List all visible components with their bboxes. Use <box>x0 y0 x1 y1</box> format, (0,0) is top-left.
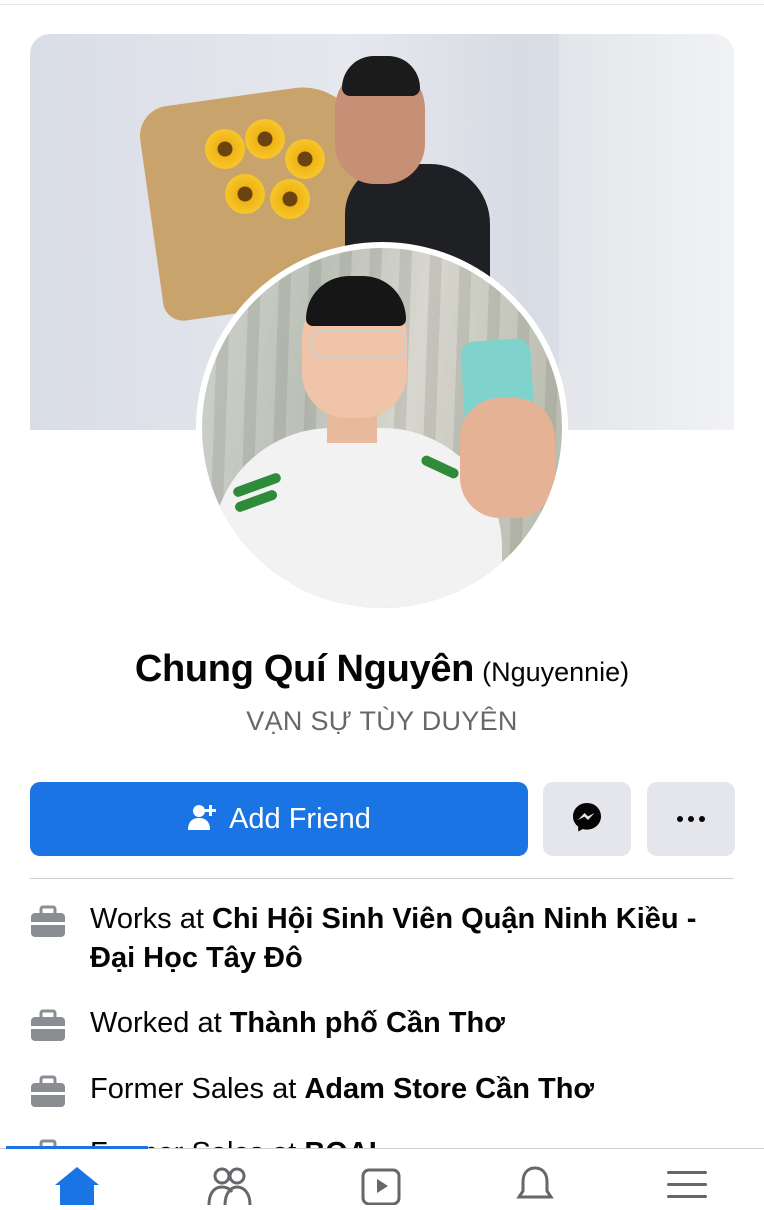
profile-bio: VẠN SỰ TÙY DUYÊN <box>246 706 518 736</box>
add-friend-label: Add Friend <box>229 802 371 835</box>
nav-home[interactable] <box>47 1165 107 1205</box>
briefcase-icon <box>28 902 68 942</box>
alternate-name: (Nguyennie) <box>482 657 630 687</box>
bottom-navigation <box>0 1146 764 1206</box>
add-friend-icon <box>187 802 217 837</box>
nav-menu[interactable] <box>657 1165 717 1201</box>
messenger-icon <box>571 801 603 838</box>
status-divider <box>0 4 764 5</box>
section-divider <box>30 878 734 879</box>
friends-icon <box>205 1165 253 1206</box>
briefcase-icon <box>28 1072 68 1112</box>
add-friend-button[interactable]: Add Friend <box>30 782 528 856</box>
nav-notifications[interactable] <box>505 1165 565 1201</box>
message-button[interactable] <box>543 782 631 856</box>
active-tab-indicator <box>6 1146 148 1149</box>
intro-item-work[interactable]: Works at Chi Hội Sinh Viên Quận Ninh Kiề… <box>28 900 738 978</box>
workplace-link[interactable]: Adam Store Cần Thơ <box>304 1073 594 1105</box>
workplace-link[interactable]: Thành phố Cần Thơ <box>230 1007 505 1039</box>
intro-item-former-sales[interactable]: Former Sales at Adam Store Cần Thơ <box>28 1070 738 1112</box>
briefcase-icon <box>28 1006 68 1046</box>
intro-item-worked[interactable]: Worked at Thành phố Cần Thơ <box>28 1004 738 1046</box>
profile-name: Chung Quí Nguyên <box>134 648 475 690</box>
bell-icon <box>511 1165 559 1201</box>
nav-watch[interactable] <box>351 1165 411 1206</box>
video-icon <box>357 1165 405 1206</box>
menu-icon <box>663 1165 711 1201</box>
more-options-icon <box>677 816 705 822</box>
home-icon <box>53 1165 101 1205</box>
profile-name-row: Chung Quí Nguyên (Nguyennie) <box>0 648 764 691</box>
more-options-button[interactable] <box>647 782 735 856</box>
nav-friends[interactable] <box>199 1165 259 1206</box>
profile-picture[interactable] <box>196 242 568 614</box>
